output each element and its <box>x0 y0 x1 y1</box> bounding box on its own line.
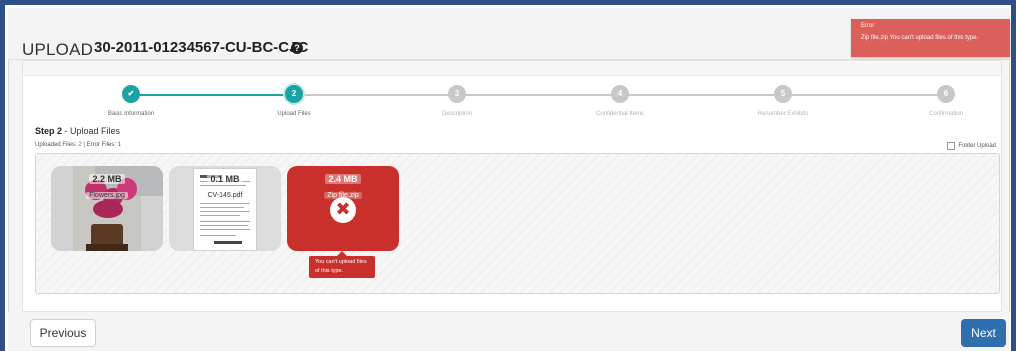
previous-button[interactable]: Previous <box>30 319 96 347</box>
step-label: Basic Information <box>107 111 155 117</box>
step-number: 4 <box>611 85 629 103</box>
file-name: CV-145.pdf <box>204 192 246 199</box>
uploaded-files-label: Uploaded Files: <box>35 142 79 148</box>
step-description: 3 Description <box>387 85 527 117</box>
step-confirmation: 6 Confirmation <box>876 85 1016 117</box>
step-heading-suffix: - Upload Files <box>62 126 121 136</box>
toast-title: Error <box>861 23 875 29</box>
step-number: 6 <box>937 85 955 103</box>
file-name: Flowers.jpg <box>86 192 128 199</box>
wizard-stepper: ✔ Basic Information 2 Upload Files 3 Des… <box>23 79 1003 119</box>
step-label: Confirmation <box>928 111 963 117</box>
step-number: 2 <box>285 85 303 103</box>
file-error-tooltip: You can't upload files of this type. <box>309 251 375 278</box>
toast-message: Zip file.zip You can't upload files of t… <box>861 35 979 41</box>
step-label: Upload Files <box>277 111 311 117</box>
check-icon: ✔ <box>122 85 140 103</box>
folder-upload-toggle[interactable]: Folder Upload <box>947 142 996 150</box>
step-confidential-items: 4 Confidential Items <box>550 85 690 117</box>
file-card-zip-error[interactable]: 2.4 MB Zip file.zip ✖ <box>287 166 399 251</box>
error-x-icon[interactable]: ✖ <box>330 197 356 223</box>
step-upload-files[interactable]: 2 Upload Files <box>224 85 364 117</box>
step-heading: Step 2 - Upload Files <box>35 126 120 136</box>
error-toast[interactable]: Error Zip file.zip You can't upload file… <box>851 19 1010 57</box>
file-size: 0.1 MB <box>207 174 243 184</box>
file-size: 2.2 MB <box>89 174 125 184</box>
file-dropzone[interactable]: 2.2 MB Flowers.jpg 0.1 MB CV-145.pdf 2.4… <box>35 153 1000 294</box>
file-size: 2.4 MB <box>325 174 361 184</box>
error-files-text: | Error Files: 1 <box>81 142 121 148</box>
wizard-footer: Previous Next <box>8 312 1010 351</box>
folder-upload-label: Folder Upload <box>958 143 996 149</box>
step-heading-prefix: Step 2 <box>35 126 63 136</box>
case-number: 30-2011-01234567-CU-BC-CJC <box>94 39 309 56</box>
file-card-cv-145[interactable]: 0.1 MB CV-145.pdf <box>169 166 281 251</box>
file-card-flowers[interactable]: 2.2 MB Flowers.jpg <box>51 166 163 251</box>
panel-top-bar <box>23 61 1001 76</box>
step-renumber-exhibits: 5 Renumber Exhibits <box>713 85 853 117</box>
upload-panel: ✔ Basic Information 2 Upload Files 3 Des… <box>22 60 1002 312</box>
step-label: Description <box>441 111 472 117</box>
step-label: Confidential Items <box>595 111 645 117</box>
step-label: Renumber Exhibits <box>757 111 809 117</box>
step-number: 3 <box>448 85 466 103</box>
help-icon[interactable]: ? <box>291 42 303 54</box>
folder-upload-checkbox[interactable] <box>947 142 956 150</box>
step-number: 5 <box>774 85 792 103</box>
page-title: UPLOAD <box>22 40 94 59</box>
file-stats: Uploaded Files: 2 | Error Files: 1 <box>35 142 121 148</box>
next-button[interactable]: Next <box>961 319 1006 347</box>
step-basic-information[interactable]: ✔ Basic Information <box>61 85 201 117</box>
